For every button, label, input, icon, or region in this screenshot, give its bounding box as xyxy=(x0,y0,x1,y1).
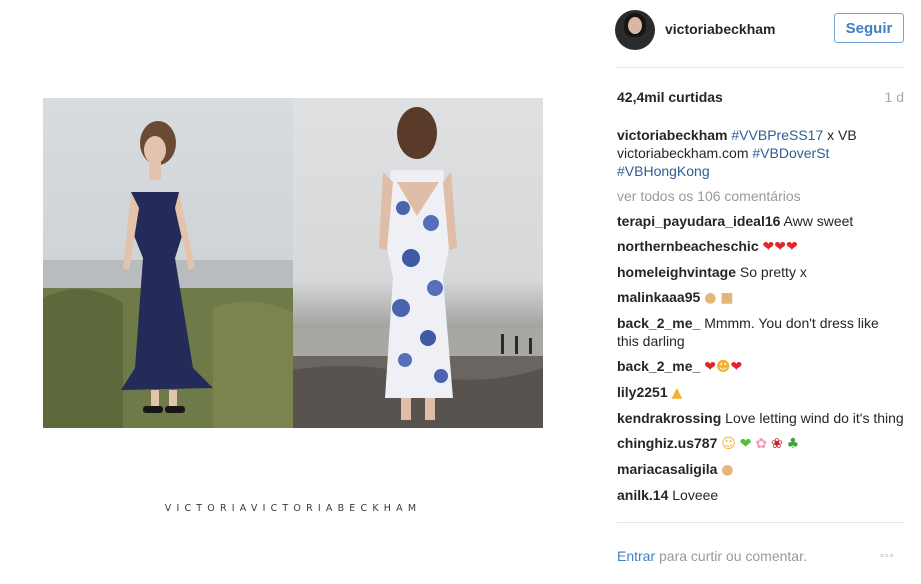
follow-button[interactable]: Seguir xyxy=(834,13,904,43)
post-media-panel: VICTORIAVICTORIABECKHAM xyxy=(0,0,600,584)
brand-caption: VICTORIAVICTORIABECKHAM xyxy=(164,503,422,514)
heart-emoji-icon: ❤ xyxy=(730,359,743,375)
comment-item: chinghiz.us787 ☺ ❤ ✿ ❀ ♣ xyxy=(617,434,904,453)
comment-username[interactable]: back_2_me_ xyxy=(617,358,700,374)
heart-emoji-icon: ❤❤❤ xyxy=(762,239,798,255)
post-photo-right[interactable] xyxy=(293,98,543,428)
comment-text: Loveee xyxy=(672,487,719,503)
comment-text: Love letting wind do it's thing xyxy=(725,410,904,426)
profile-avatar[interactable] xyxy=(615,10,655,50)
comment-item: mariacasaligila ● xyxy=(617,460,904,479)
caption-hashtag[interactable]: #VBDoverSt xyxy=(752,145,829,161)
kiss-face-emoji-icon: ☻ xyxy=(715,359,731,375)
avatar-face xyxy=(628,17,642,34)
login-prompt-text: para curtir ou comentar. xyxy=(655,548,807,564)
comment-item: kendrakrossing Love letting wind do it's… xyxy=(617,409,904,427)
comment-item: northernbeacheschic ❤❤❤ xyxy=(617,237,904,256)
comment-username[interactable]: anilk.14 xyxy=(617,487,668,503)
divider xyxy=(617,522,905,523)
comment-text: So pretty x xyxy=(739,264,807,280)
comment-username[interactable]: homeleighvintage xyxy=(617,264,736,280)
rose-emoji-icon: ❀ xyxy=(771,436,783,452)
login-prompt: Entrar para curtir ou comentar. xyxy=(617,548,807,564)
comment-item: malinkaaa95 ● ■ xyxy=(617,288,904,307)
likes-count[interactable]: 42,4mil curtidas xyxy=(617,89,723,105)
thumbs-up-emoji-icon: ■ xyxy=(720,290,734,306)
comment-username[interactable]: lily2251 xyxy=(617,384,668,400)
ok-hand-emoji-icon: ● xyxy=(704,290,717,306)
comment-item: terapi_payudara_ideal16 Aww sweet xyxy=(617,212,904,230)
comment-username[interactable]: kendrakrossing xyxy=(617,410,721,426)
clover-emoji-icon: ♣ xyxy=(786,436,800,452)
post-header: victoriabeckham Seguir xyxy=(615,10,906,50)
ellipsis-icon[interactable]: ◦◦◦ xyxy=(880,550,895,562)
comment-item: back_2_me_ Mmmm. You don't dress like th… xyxy=(617,314,904,350)
smiling-face-emoji-icon: ☺ xyxy=(721,436,736,452)
post-side-panel: victoriabeckham Seguir 42,4mil curtidas … xyxy=(600,0,921,584)
caption-hashtag[interactable]: #VVBPreSS17 xyxy=(731,127,823,143)
caption-username[interactable]: victoriabeckham xyxy=(617,127,728,143)
comment-username[interactable]: mariacasaligila xyxy=(617,461,717,477)
ok-hand-emoji-icon: ● xyxy=(721,462,734,478)
comment-item: back_2_me_ ❤☻❤ xyxy=(617,357,904,376)
post-photo-left[interactable] xyxy=(43,98,293,428)
model-navy-dress-illustration xyxy=(43,121,293,428)
divider xyxy=(617,67,905,68)
header-username[interactable]: victoriabeckham xyxy=(665,21,776,37)
model-floral-jumpsuit-illustration xyxy=(293,107,543,428)
post-timestamp[interactable]: 1 d xyxy=(885,89,904,105)
comments-list: victoriabeckham #VVBPreSS17 x VB victori… xyxy=(617,126,904,511)
comment-item: homeleighvintage So pretty x xyxy=(617,263,904,281)
comment-username[interactable]: terapi_payudara_ideal16 xyxy=(617,213,780,229)
view-all-comments-link[interactable]: ver todos os 106 comentários xyxy=(617,187,904,205)
comment-username[interactable]: chinghiz.us787 xyxy=(617,435,717,451)
comment-text: Aww sweet xyxy=(783,213,854,229)
post-caption: victoriabeckham #VVBPreSS17 x VB victori… xyxy=(617,126,904,180)
comment-item: anilk.14 Loveee xyxy=(617,486,904,504)
thumbs-up-emoji-icon: ▲ xyxy=(671,385,683,401)
caption-hashtag[interactable]: #VBHongKong xyxy=(617,163,710,179)
heart-emoji-icon: ❤ xyxy=(704,359,716,375)
login-link[interactable]: Entrar xyxy=(617,548,655,564)
comment-username[interactable]: malinkaaa95 xyxy=(617,289,700,305)
comment-username[interactable]: northernbeacheschic xyxy=(617,238,759,254)
green-heart-emoji-icon: ❤ xyxy=(739,436,752,452)
blossom-emoji-icon: ✿ xyxy=(755,436,768,452)
comment-username[interactable]: back_2_me_ xyxy=(617,315,700,331)
comment-item: lily2251 ▲ xyxy=(617,383,904,402)
